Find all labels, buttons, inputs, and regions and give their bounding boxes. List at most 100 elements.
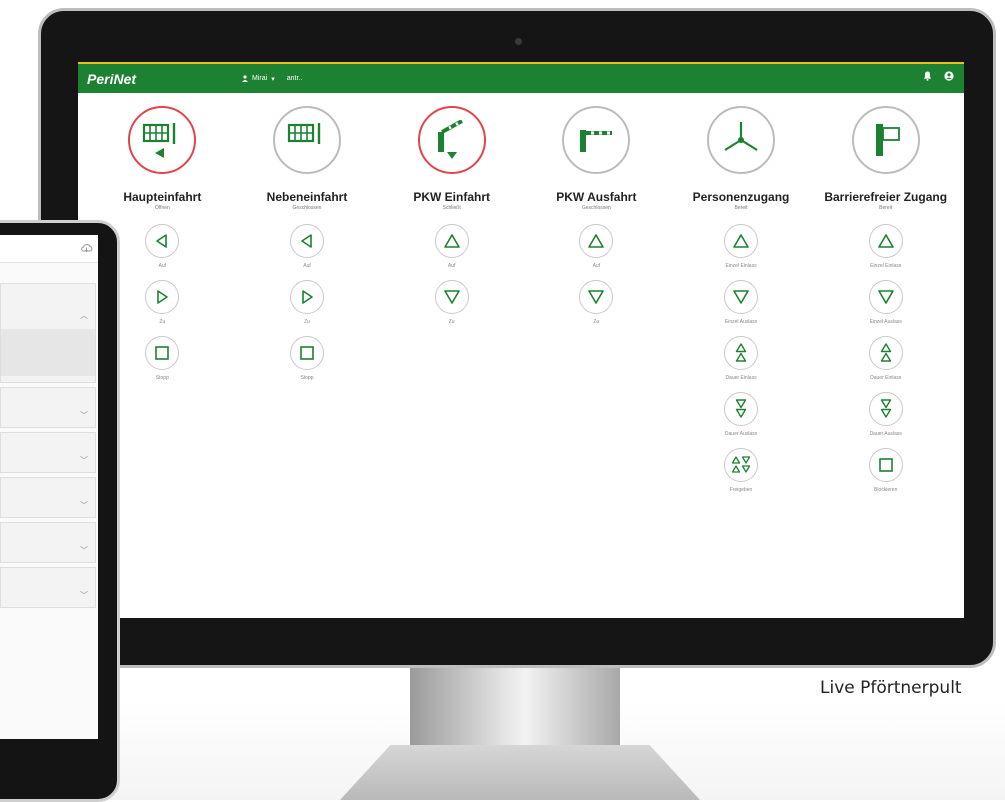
arrow-up-icon — [443, 232, 461, 250]
action-label: Auf — [592, 263, 601, 269]
action-item: Einzel Einlass — [724, 224, 759, 269]
double-arrow-up-button[interactable] — [724, 336, 759, 370]
turnstile-icon[interactable] — [707, 106, 776, 174]
gate-column: Nebeneinfahrt Geschlossen Auf Zu Stopp — [235, 106, 380, 493]
double-arrow-up-icon — [877, 343, 895, 363]
tablet-panel-expanded[interactable]: ︿ — [0, 283, 96, 383]
arrow-up-button[interactable] — [868, 224, 903, 258]
arrow-up-icon — [732, 232, 750, 250]
action-label: Einzel Einlass — [870, 263, 902, 269]
arrow-down-icon — [877, 288, 895, 306]
gate-title: PKW Einfahrt — [413, 190, 491, 204]
arrow-left-icon — [153, 232, 171, 250]
action-item: Freigeben — [724, 448, 759, 493]
stop-button[interactable] — [145, 336, 180, 370]
barrier-icon[interactable] — [417, 106, 486, 174]
arrow-left-icon — [298, 232, 316, 250]
sliding-gate-icon[interactable] — [273, 106, 341, 174]
action-label: Auf — [447, 263, 456, 269]
barrier-icon[interactable] — [562, 106, 631, 174]
bell-icon[interactable] — [923, 71, 932, 81]
action-item: Einzel Auslass — [868, 280, 903, 325]
gate-column: PKW Ausfahrt Geschlossen Auf Zu — [524, 106, 669, 493]
gate-column: Personenzugang Bereit Einzel Einlass Einzel… — [669, 106, 814, 493]
gate-grid: Haupteinfahrt Öffnen Auf Zu Stopp Nebeneinfa… — [90, 106, 958, 493]
arrow-up-icon — [587, 232, 605, 250]
arrow-down-button[interactable] — [579, 280, 614, 314]
action-item: Stopp — [290, 336, 324, 381]
gate-status: Geschlossen — [581, 205, 611, 211]
release-arrows-icon — [731, 455, 751, 475]
chevron-down-icon: ﹀ — [80, 411, 88, 420]
arrow-up-button[interactable] — [579, 224, 614, 258]
arrow-down-icon — [587, 288, 605, 306]
gate-title: Haupteinfahrt — [123, 190, 202, 204]
arrow-up-button[interactable] — [434, 224, 469, 258]
stop-button[interactable] — [290, 336, 324, 370]
action-item: Stopp — [145, 336, 180, 381]
tablet-panel[interactable]: ﹀ — [0, 387, 96, 428]
gate-title: PKW Ausfahrt — [556, 190, 637, 204]
double-arrow-down-button[interactable] — [724, 392, 759, 426]
cloud-sync-icon[interactable] — [80, 242, 93, 254]
action-label: Dauer Auslass — [724, 431, 758, 437]
tablet-panel[interactable]: ﹀ — [0, 432, 96, 473]
tablet-panel[interactable]: ﹀ — [0, 477, 96, 518]
user-circle-icon[interactable] — [944, 71, 954, 81]
double-arrow-up-button[interactable] — [868, 336, 903, 370]
arrow-up-button[interactable] — [724, 224, 759, 258]
action-label: Dauer Einlass — [725, 375, 757, 381]
action-label: Freigeben — [729, 487, 753, 493]
gate-status: Bereit — [734, 205, 748, 211]
arrow-down-icon — [443, 288, 461, 306]
arrow-right-icon — [153, 288, 171, 306]
top-bar: PeriNet Mirai ▾ antr.. — [78, 62, 964, 93]
action-label: Zu — [593, 319, 600, 325]
arrow-up-icon — [877, 232, 895, 250]
chevron-down-icon: ﹀ — [80, 546, 88, 555]
action-label: Einzel Auslass — [724, 319, 758, 325]
monitor-stand-neck — [410, 665, 620, 750]
action-label: Zu — [448, 319, 455, 325]
arrow-left-button[interactable] — [290, 224, 324, 258]
arrow-left-button[interactable] — [145, 224, 180, 258]
caption: Live Pförtnerpult — [820, 678, 962, 698]
arrow-down-button[interactable] — [724, 280, 759, 314]
user-secondary: antr.. — [286, 75, 303, 82]
action-label: Einzel Auslass — [869, 319, 902, 325]
gate-column: Barrierefreier Zugang Bereit Einzel Einlas… — [813, 106, 958, 493]
action-label: Einzel Einlass — [725, 263, 757, 269]
action-item: Einzel Einlass — [868, 224, 903, 269]
tablet-header — [0, 235, 98, 263]
tablet-panel[interactable]: ﹀ — [0, 522, 96, 563]
tablet-screen: ︿ ﹀ ﹀ ﹀ ﹀ ﹀ — [0, 235, 98, 739]
gate-status: Geschlossen — [292, 205, 322, 211]
arrow-down-button[interactable] — [868, 280, 903, 314]
arrow-right-button[interactable] — [290, 280, 324, 314]
tablet-panel[interactable]: ﹀ — [0, 567, 96, 608]
chevron-down-icon: ▾ — [271, 75, 275, 83]
release-arrows-button[interactable] — [724, 448, 759, 482]
monitor-screen: PeriNet Mirai ▾ antr.. Haupteinfahrt Öffn… — [78, 62, 964, 618]
action-item: Auf — [434, 224, 469, 269]
user-icon — [242, 75, 249, 82]
action-item: Zu — [434, 280, 469, 325]
sliding-gate-icon[interactable] — [128, 106, 197, 174]
stop-button[interactable] — [868, 448, 903, 482]
double-arrow-down-button[interactable] — [868, 392, 903, 426]
webcam — [515, 38, 522, 45]
user-name: Mirai — [252, 75, 268, 82]
action-label: Zu — [304, 319, 310, 325]
arrow-down-icon — [732, 288, 750, 306]
action-item: Zu — [145, 280, 180, 325]
arrow-right-button[interactable] — [145, 280, 180, 314]
user-menu[interactable]: Mirai ▾ antr.. — [242, 75, 302, 83]
arrow-down-button[interactable] — [434, 280, 469, 314]
action-item: Dauer Auslass — [724, 392, 759, 437]
action-label: Dauer Einlass — [870, 375, 902, 381]
action-label: Stopp — [155, 375, 169, 381]
action-label: Stopp — [300, 375, 314, 381]
gate-title: Barrierefreier Zugang — [824, 190, 948, 204]
action-label: Auf — [158, 263, 167, 269]
door-icon[interactable] — [851, 106, 920, 174]
